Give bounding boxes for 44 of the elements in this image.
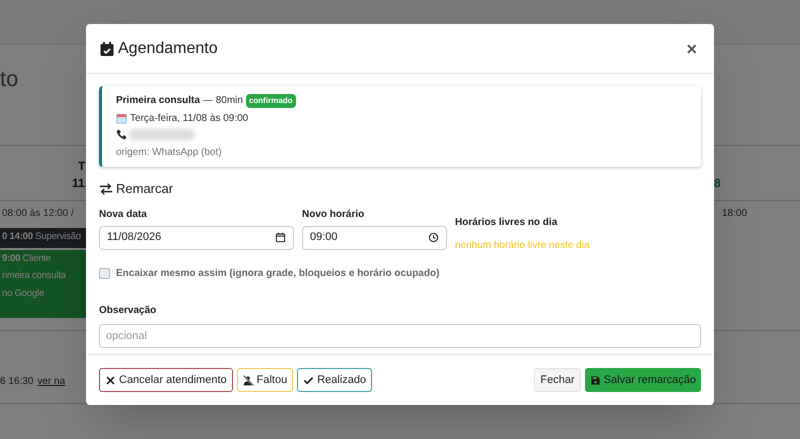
calendar-check-icon: [99, 40, 115, 56]
origin-text: origem: WhatsApp (bot): [116, 146, 223, 160]
event-title: 9:00 Cliente: [2, 252, 52, 266]
checkbox-label: Encaixar mesmo assim (ignora grade, bloqueios e horário ocupado): [116, 266, 440, 280]
input-field[interactable]: 09:00: [302, 226, 447, 250]
day-header: T: [78, 158, 86, 175]
event-title: 0 14:00 Supervisão: [2, 230, 82, 244]
field-label: Nova data: [99, 208, 148, 222]
redacted-blur: [129, 129, 195, 140]
working-hours: 18:00: [722, 207, 748, 221]
page-heading: to: [0, 65, 18, 93]
close-button[interactable]: ×: [682, 40, 701, 58]
event-detail: rimeira consulta: [2, 269, 67, 284]
service-name: Primeira consulta: [116, 94, 200, 108]
appointment-time: 6 16:30: [0, 375, 34, 389]
clock-icon: [428, 232, 439, 243]
dialog-title: Agendamento: [118, 38, 218, 58]
close-icon: [105, 374, 116, 386]
field-label: Novo horário: [302, 208, 366, 222]
empty-slots-message: nenhum horário livre neste dia: [455, 238, 590, 252]
input-field[interactable]: 11/08/2026: [99, 226, 294, 250]
swap-arrows-icon: [99, 182, 113, 196]
working-hours: 08:00 às 12:00 /: [2, 207, 74, 221]
event-card[interactable]: 0 14:00 Supervisão: [0, 228, 86, 248]
week-link[interactable]: ver na: [37, 374, 66, 389]
duration: — 80min: [202, 94, 243, 108]
day-date: 8: [714, 175, 721, 192]
field-label: Horários livres no dia: [455, 216, 558, 230]
checkbox[interactable]: [99, 268, 110, 278]
close-button[interactable]: Fechar: [534, 368, 581, 392]
save-button[interactable]: Salvar remarcação: [584, 368, 701, 392]
section-title: Remarcar: [116, 180, 174, 198]
check-icon: [303, 374, 314, 386]
status-badge: confirmado: [246, 94, 296, 108]
calendar-icon: [275, 232, 286, 243]
event-detail: no Google: [2, 286, 46, 300]
input-field[interactable]: opcional: [99, 324, 701, 348]
phone-icon: [116, 129, 127, 140]
cancel-button[interactable]: Cancelar atendimento: [99, 368, 233, 392]
appointment-date: Terça-feira, 11/08 às 09:00: [130, 112, 248, 126]
user-slash-icon: [242, 374, 254, 386]
calendar-icon: [116, 113, 127, 124]
done-button[interactable]: Realizado: [297, 368, 372, 392]
field-label: Observação: [99, 304, 158, 318]
